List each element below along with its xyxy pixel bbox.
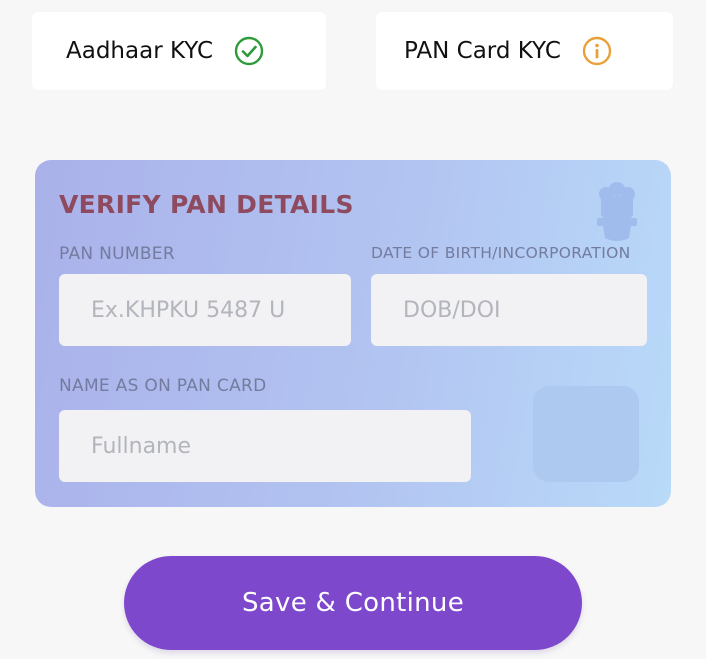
pan-details-card: VERIFY PAN DETAILS PAN NUMBER DATE OF BI… <box>35 160 671 507</box>
photo-placeholder <box>533 386 639 482</box>
dob-label: DATE OF BIRTH/INCORPORATION <box>371 244 631 262</box>
fullname-input[interactable] <box>59 410 471 482</box>
pan-kyc-screen: Aadhaar KYC PAN Card KYC VERIFY PAN DETA… <box>0 0 706 659</box>
tab-pan-card-kyc[interactable]: PAN Card KYC <box>376 12 673 90</box>
tab-aadhaar-label: Aadhaar KYC <box>66 38 214 64</box>
pan-number-label: PAN NUMBER <box>59 244 175 264</box>
tab-aadhaar-kyc[interactable]: Aadhaar KYC <box>32 12 326 90</box>
ashoka-emblem-icon <box>593 180 641 246</box>
dob-input[interactable] <box>371 274 647 346</box>
name-label: NAME AS ON PAN CARD <box>59 376 267 396</box>
card-title: VERIFY PAN DETAILS <box>59 190 354 219</box>
tab-pan-label: PAN Card KYC <box>404 38 561 64</box>
pan-number-input[interactable] <box>59 274 351 346</box>
info-circle-icon <box>581 35 613 67</box>
save-continue-button[interactable]: Save & Continue <box>124 556 582 650</box>
check-circle-icon <box>233 35 265 67</box>
